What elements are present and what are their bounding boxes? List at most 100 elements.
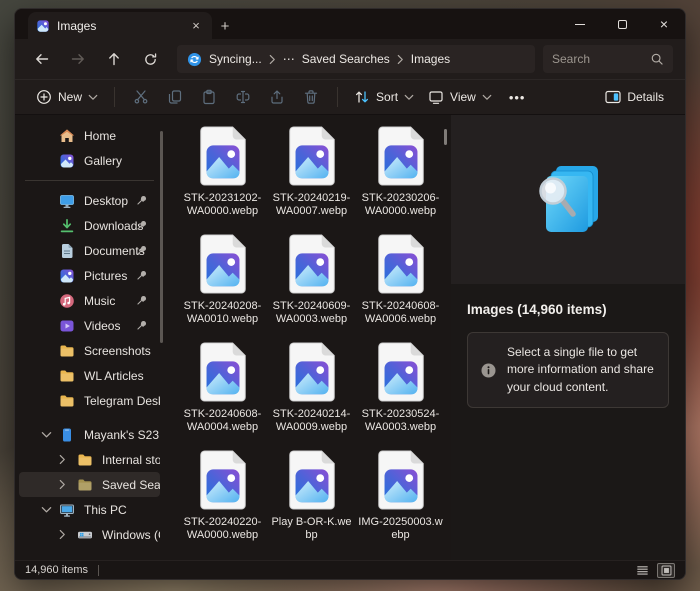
sidebar-item-mayanks-s23[interactable]: Mayank's S23 <box>19 422 160 447</box>
file-item[interactable]: Play B-OR-K.webp <box>267 449 356 541</box>
toolbar-divider <box>337 87 338 107</box>
maximize-button[interactable] <box>601 9 643 39</box>
rename-button[interactable] <box>230 84 256 110</box>
document-icon <box>59 243 75 259</box>
paste-button[interactable] <box>196 84 222 110</box>
chevron-down-icon[interactable] <box>41 506 53 514</box>
sidebar-item-downloads[interactable]: Downloads <box>19 213 160 238</box>
gallery-icon <box>59 153 75 169</box>
file-item[interactable]: STK-20230206-WA0000.webp <box>356 125 445 217</box>
details-view-button[interactable] <box>633 563 651 578</box>
thumbnails-view-button[interactable] <box>657 563 675 578</box>
file-item[interactable]: STK-20231202-WA0000.webp <box>178 125 267 217</box>
breadcrumb-current[interactable]: Images <box>411 52 450 66</box>
chevron-down-icon[interactable] <box>41 431 53 439</box>
file-item[interactable]: STK-20240608-WA0004.webp <box>178 341 267 433</box>
chevron-right-icon[interactable] <box>59 529 67 541</box>
new-tab-button[interactable]: + <box>212 13 238 39</box>
home-icon <box>59 128 75 144</box>
sidebar-item-saved-searches[interactable]: Saved Searches <box>19 472 160 497</box>
details-heading: Images (14,960 items) <box>451 284 685 317</box>
view-icon <box>428 89 444 105</box>
file-item[interactable]: STK-20240220-WA0000.webp <box>178 449 267 541</box>
new-button[interactable]: New <box>29 84 105 110</box>
folder-icon <box>59 343 75 359</box>
view-button[interactable]: View <box>421 84 499 110</box>
sidebar-item-internal-storage[interactable]: Internal storage <box>19 447 160 472</box>
forward-button[interactable] <box>63 45 93 73</box>
folder-icon <box>59 393 75 409</box>
chevron-down-icon <box>88 94 98 101</box>
file-item[interactable]: STK-20240214-WA0009.webp <box>267 341 356 433</box>
file-item[interactable]: STK-20240608-WA0006.webp <box>356 233 445 325</box>
breadcrumb-parent[interactable]: Saved Searches <box>302 52 390 66</box>
breadcrumb-device[interactable]: Syncing... <box>209 52 262 66</box>
folder-icon <box>77 452 93 468</box>
file-item[interactable]: STK-20240208-WA0010.webp <box>178 233 267 325</box>
copy-button[interactable] <box>162 84 188 110</box>
folder-icon <box>77 477 93 493</box>
details-preview <box>451 115 685 284</box>
cut-button[interactable] <box>128 84 154 110</box>
new-plus-icon <box>36 89 52 105</box>
refresh-button[interactable] <box>135 45 165 73</box>
details-pane: Images (14,960 items) Select a single fi… <box>451 115 685 560</box>
sidebar-item-home[interactable]: Home <box>19 123 160 148</box>
pin-icon <box>136 244 148 256</box>
details-toggle-button[interactable]: Details <box>598 84 671 110</box>
sidebar-item-wl-articles[interactable]: WL Articles <box>19 363 160 388</box>
search-box[interactable] <box>543 45 673 73</box>
close-button[interactable]: × <box>643 9 685 39</box>
new-button-label: New <box>58 90 82 104</box>
sync-icon <box>187 52 202 67</box>
up-button[interactable] <box>99 45 129 73</box>
window-controls: × <box>559 9 685 39</box>
video-icon <box>59 318 75 334</box>
share-icon <box>269 89 285 105</box>
file-item[interactable]: IMG-20250003.webp <box>356 449 445 541</box>
share-button[interactable] <box>264 84 290 110</box>
sidebar-item-documents[interactable]: Documents <box>19 238 160 263</box>
delete-button[interactable] <box>298 84 324 110</box>
sidebar-item-this-pc[interactable]: This PC <box>19 497 160 522</box>
sidebar-item-gallery[interactable]: Gallery <box>19 148 160 173</box>
status-bar: 14,960 items <box>15 560 685 579</box>
breadcrumb[interactable]: Syncing... ⋯ Saved Searches Images <box>177 45 535 73</box>
chevron-down-icon <box>482 94 492 101</box>
chevron-right-icon[interactable] <box>59 479 67 491</box>
chevron-right-icon[interactable] <box>269 54 276 65</box>
tab-close-icon[interactable]: × <box>188 18 204 34</box>
file-item[interactable]: STK-20240219-WA0007.webp <box>267 125 356 217</box>
tab-label: Images <box>57 19 181 33</box>
sidebar-item-music[interactable]: Music <box>19 288 160 313</box>
thumbnail-icon <box>660 564 673 577</box>
paste-icon <box>201 89 217 105</box>
file-item[interactable]: STK-20240609-WA0003.webp <box>267 233 356 325</box>
item-count: 14,960 items <box>25 564 88 576</box>
search-input[interactable] <box>552 52 650 66</box>
webp-file-icon <box>286 449 338 511</box>
tab-images[interactable]: Images × <box>28 12 212 39</box>
back-button[interactable] <box>27 45 57 73</box>
sidebar-item-windows-c[interactable]: Windows (C:) <box>19 522 160 547</box>
chevron-right-icon[interactable] <box>397 54 404 65</box>
chevron-right-icon[interactable] <box>59 454 67 466</box>
desktop-icon <box>59 193 75 209</box>
webp-file-icon <box>197 341 249 403</box>
file-item[interactable]: STK-20230524-WA0003.webp <box>356 341 445 433</box>
file-list-scrollbar[interactable] <box>444 129 447 145</box>
sidebar-item-desktop[interactable]: Desktop <box>19 188 160 213</box>
sidebar-item-screenshots[interactable]: Screenshots <box>19 338 160 363</box>
breadcrumb-ellipsis[interactable]: ⋯ <box>283 52 295 66</box>
sidebar-item-videos[interactable]: Videos <box>19 313 160 338</box>
chevron-down-icon <box>404 94 414 101</box>
webp-file-icon <box>375 341 427 403</box>
minimize-button[interactable] <box>559 9 601 39</box>
more-options-button[interactable]: ••• <box>499 90 536 105</box>
sidebar-item-telegram-desktop[interactable]: Telegram Desktop <box>19 388 160 413</box>
sort-button[interactable]: Sort <box>347 84 421 110</box>
sidebar-scrollbar[interactable] <box>160 131 163 343</box>
pin-icon <box>136 194 148 206</box>
webp-file-icon <box>197 233 249 295</box>
sidebar-item-pictures[interactable]: Pictures <box>19 263 160 288</box>
